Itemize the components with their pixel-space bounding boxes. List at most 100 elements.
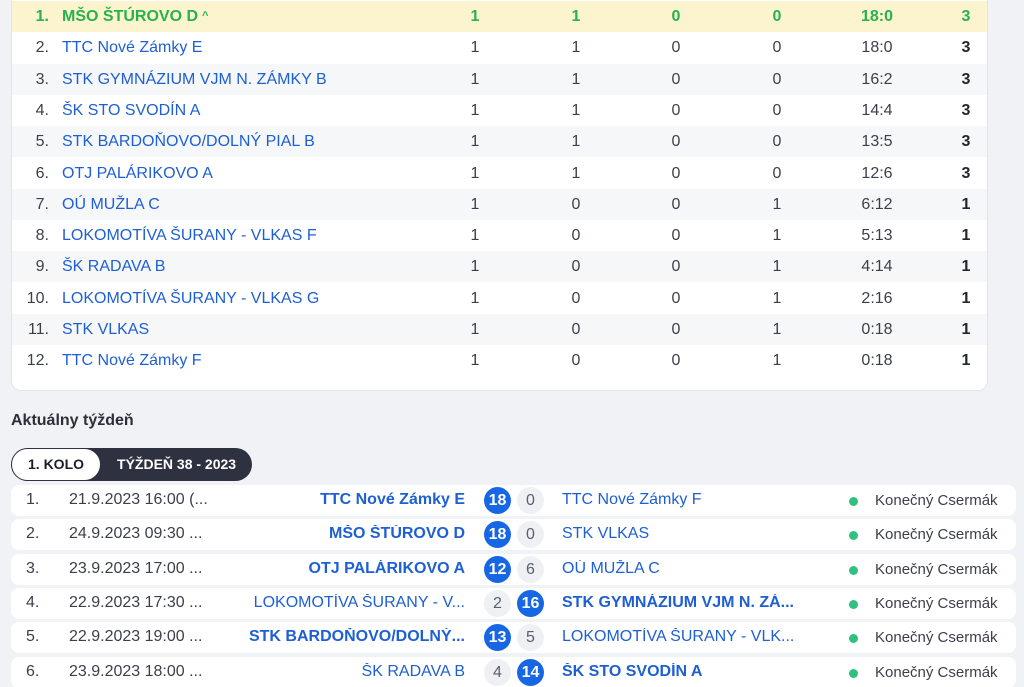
away-team-link[interactable]: OÚ MUŽLA C xyxy=(562,560,812,578)
points: 3 xyxy=(961,133,971,151)
stat-c1: 1 xyxy=(470,258,480,276)
away-score: 16 xyxy=(517,590,544,617)
stat-c3: 0 xyxy=(671,321,681,338)
stat-c3: 0 xyxy=(671,39,681,57)
status-dot-icon xyxy=(849,531,858,540)
standings-row: 4. ŠK STO SVODÍN A 1 1 0 0 14:4 3 xyxy=(12,95,987,126)
stat-c1: 1 xyxy=(470,70,480,88)
round-tabs: 1. KOLO TÝŽDEŇ 38 - 2023 xyxy=(11,448,253,481)
status-dot-icon xyxy=(849,600,858,609)
points: 3 xyxy=(961,70,971,88)
stat-c2: 1 xyxy=(571,70,581,88)
stat-c3: 0 xyxy=(671,101,681,119)
rank: 3. xyxy=(35,70,49,88)
team-link[interactable]: MŠO ŠTÚROVO D ^ xyxy=(62,8,208,26)
stat-c4: 1 xyxy=(772,289,782,307)
stat-c1: 1 xyxy=(470,227,480,245)
stat-c1: 1 xyxy=(470,164,480,182)
team-link[interactable]: TTC Nové Zámky E xyxy=(62,39,202,57)
stat-score: 12:6 xyxy=(861,164,893,182)
standings-row: 8. LOKOMOTÍVA ŠURANY - VLKAS F 1 0 0 1 5:13 1 xyxy=(12,220,987,251)
points: 1 xyxy=(961,258,971,276)
points: 1 xyxy=(961,227,971,245)
stat-c3: 0 xyxy=(671,195,681,213)
standings-row: 7. OÚ MUŽLA C 1 0 0 1 6:12 1 xyxy=(12,188,987,220)
home-team-link[interactable]: MŠO ŠTÚROVO D xyxy=(230,525,465,543)
caret-up-icon[interactable]: ^ xyxy=(202,10,208,22)
standings-row: 6. OTJ PALÁRIKOVO A 1 1 0 0 12:6 3 xyxy=(12,158,987,189)
match-number: 5. xyxy=(26,628,40,645)
match-row[interactable]: 4. 22.9.2023 17:30 ... LOKOMOTÍVA ŠURANY -… xyxy=(11,588,1016,619)
home-score: 2 xyxy=(484,590,511,617)
match-row[interactable]: 1. 21.9.2023 16:00 (... TTC Nové Zámky E 18… xyxy=(11,485,1016,516)
standings-row: 1. MŠO ŠTÚROVO D ^ 1 1 0 0 18:0 3 xyxy=(12,1,987,32)
stat-c2: 0 xyxy=(571,195,581,213)
home-team-link[interactable]: OTJ PALÁRIKOVO A xyxy=(230,560,465,578)
match-row[interactable]: 3. 23.9.2023 17:00 ... OTJ PALÁRIKOVO A 12 6… xyxy=(11,554,1016,585)
home-team-link[interactable]: TTC Nové Zámky E xyxy=(230,491,465,509)
match-number: 3. xyxy=(26,560,40,577)
team-link[interactable]: OÚ MUŽLA C xyxy=(62,196,160,214)
match-date: 23.9.2023 18:00 ... xyxy=(69,663,203,680)
stat-c4: 1 xyxy=(772,227,782,245)
stat-c2: 1 xyxy=(571,101,581,119)
stat-c2: 0 xyxy=(571,258,581,276)
team-link[interactable]: TTC Nové Zámky F xyxy=(62,352,202,370)
team-link[interactable]: LOKOMOTÍVA ŠURANY - VLKAS F xyxy=(62,227,317,245)
points: 3 xyxy=(961,39,971,57)
rank: 2. xyxy=(35,39,49,57)
stat-c2: 1 xyxy=(571,39,581,57)
away-team-link[interactable]: STK GYMNÁZIUM VJM N. ZÁ... xyxy=(562,594,812,612)
rank: 11. xyxy=(27,321,49,338)
team-link[interactable]: STK BARDOŇOVO/DOLNÝ PIAL B xyxy=(62,133,315,151)
match-row[interactable]: 5. 22.9.2023 19:00 ... STK BARDOŇOVO/DOLNÝ… xyxy=(11,622,1016,653)
team-link[interactable]: ŠK STO SVODÍN A xyxy=(62,102,200,120)
points: 1 xyxy=(961,352,971,370)
rank: 5. xyxy=(35,133,49,151)
home-team-link[interactable]: STK BARDOŇOVO/DOLNÝ... xyxy=(230,628,465,646)
home-score: 12 xyxy=(484,556,511,583)
status-dot-icon xyxy=(849,497,858,506)
rank: 7. xyxy=(35,195,49,213)
rank: 9. xyxy=(35,258,49,276)
stat-c3: 0 xyxy=(671,133,681,151)
stat-c4: 1 xyxy=(772,321,782,338)
team-link[interactable]: STK VLKAS xyxy=(62,321,149,339)
team-link[interactable]: OTJ PALÁRIKOVO A xyxy=(62,165,213,183)
home-score: 18 xyxy=(484,521,511,548)
stat-c1: 1 xyxy=(470,8,480,25)
stat-c3: 0 xyxy=(671,352,681,370)
match-row[interactable]: 2. 24.9.2023 09:30 ... MŠO ŠTÚROVO D 18 0 STK… xyxy=(11,519,1016,550)
stat-c4: 0 xyxy=(772,164,782,182)
stat-c2: 0 xyxy=(571,352,581,370)
away-team-link[interactable]: LOKOMOTÍVA ŠURANY - VLK... xyxy=(562,628,812,646)
home-team-link[interactable]: ŠK RADAVA B xyxy=(230,663,465,681)
match-number: 4. xyxy=(26,594,40,611)
tab-week[interactable]: TÝŽDEŇ 38 - 2023 xyxy=(101,448,252,481)
standings-row: 9. ŠK RADAVA B 1 0 0 1 4:14 1 xyxy=(12,251,987,283)
team-link[interactable]: STK GYMNÁZIUM VJM N. ZÁMKY B xyxy=(62,71,327,89)
stat-c4: 0 xyxy=(772,39,782,57)
team-link[interactable]: ŠK RADAVA B xyxy=(62,258,165,276)
stat-score: 18:0 xyxy=(860,8,894,25)
stat-c4: 1 xyxy=(772,195,782,213)
stat-score: 2:16 xyxy=(861,289,893,307)
rank: 8. xyxy=(35,227,49,245)
away-team-link[interactable]: STK VLKAS xyxy=(562,525,812,543)
home-score: 13 xyxy=(484,624,511,651)
away-score: 5 xyxy=(517,624,544,651)
stat-c1: 1 xyxy=(470,39,480,57)
match-row[interactable]: 6. 23.9.2023 18:00 ... ŠK RADAVA B 4 14 ŠK ST… xyxy=(11,657,1016,687)
points: 1 xyxy=(961,321,971,338)
away-team-link[interactable]: ŠK STO SVODÍN A xyxy=(562,663,812,681)
stat-c1: 1 xyxy=(470,101,480,119)
tab-round[interactable]: 1. KOLO xyxy=(11,448,102,481)
rank: 12. xyxy=(26,352,49,370)
stat-c2: 0 xyxy=(571,289,581,307)
away-team-link[interactable]: TTC Nové Zámky F xyxy=(562,491,812,509)
stat-score: 0:18 xyxy=(861,321,893,338)
match-date: 23.9.2023 17:00 ... xyxy=(69,560,203,577)
team-link[interactable]: LOKOMOTÍVA ŠURANY - VLKAS G xyxy=(62,290,319,308)
home-team-link[interactable]: LOKOMOTÍVA ŠURANY - V... xyxy=(230,594,465,612)
stat-c2: 1 xyxy=(571,8,581,25)
